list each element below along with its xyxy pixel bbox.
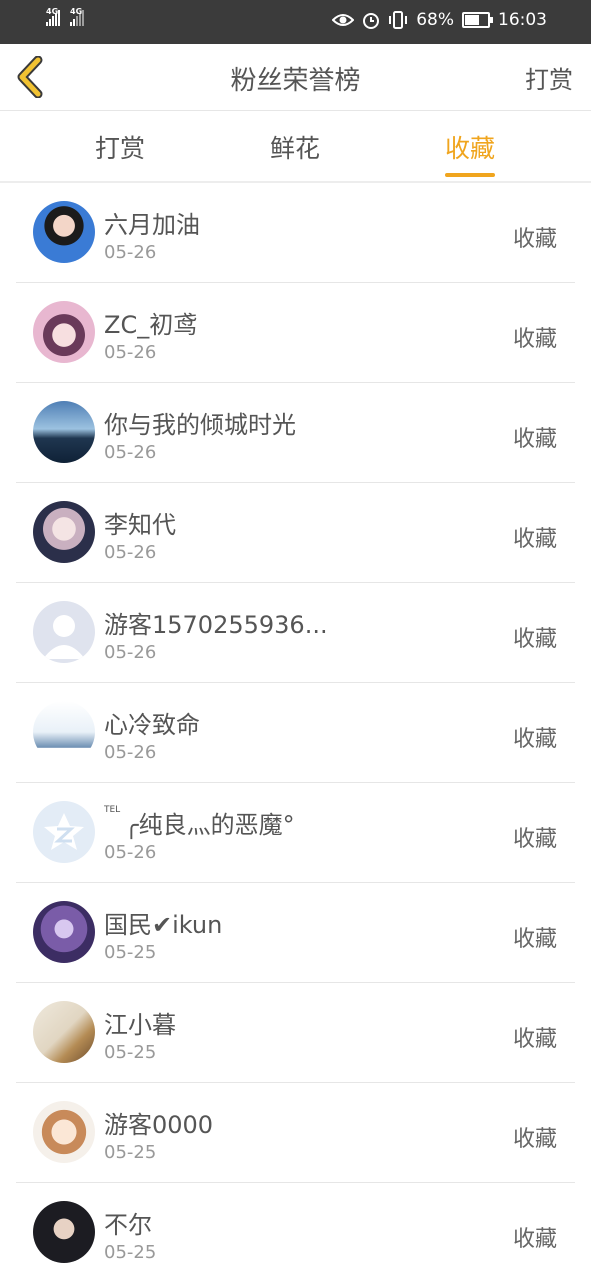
battery-icon [462,12,493,28]
action-label: 收藏 [512,727,557,752]
vibrate-icon [389,11,408,29]
fan-date: 05-26 [104,442,157,463]
fan-date: 05-26 [104,342,157,363]
action-label: 收藏 [512,227,557,252]
action-label: 收藏 [512,627,557,652]
avatar[interactable] [33,901,95,963]
status-right: 68% 16:03 [332,10,547,30]
action-label: 收藏 [512,1027,557,1052]
fan-date: 05-26 [104,242,157,263]
battery-percent: 68% [416,10,454,30]
status-bar: 4G 4G 68% 16:03 [0,0,591,44]
fan-date: 05-26 [104,742,157,763]
avatar[interactable] [33,701,95,763]
fan-date: 05-25 [104,942,157,963]
fan-date: 05-26 [104,842,157,863]
action-label: 收藏 [512,1127,557,1152]
network-type-label: 4G [46,7,59,16]
page-title: 粉丝荣誉榜 [230,66,361,96]
active-tab-indicator [445,173,496,177]
tab-label: 收藏 [445,134,496,163]
list-item[interactable]: 心冷致命 05-26 收藏 [0,683,591,783]
action-label: 收藏 [512,427,557,452]
tab-bar: 打赏 鲜花 收藏 [0,111,591,183]
avatar[interactable] [33,501,95,563]
reward-button[interactable]: 打赏 [525,60,573,95]
default-user-icon [43,615,85,659]
list-item[interactable]: 你与我的倾城时光 05-26 收藏 [0,383,591,483]
list-item[interactable]: 游客1570255936... 05-26 收藏 [0,583,591,683]
list-item[interactable]: 江小暮 05-25 收藏 [0,983,591,1083]
tab-label: 鲜花 [270,134,321,163]
fan-name: 李知代 [104,511,176,539]
action-label: 收藏 [512,327,557,352]
fan-name: 游客1570255936... [104,611,328,639]
action-label: 收藏 [512,527,557,552]
fan-name: 心冷致命 [104,711,200,739]
avatar[interactable] [33,801,95,863]
fan-name: 游客0000 [104,1111,214,1139]
fan-date: 05-25 [104,1242,157,1263]
tab-collect[interactable]: 收藏 [445,129,496,177]
name-prefix: TEL [104,805,121,815]
fan-name: 你与我的倾城时光 [104,411,296,439]
list-item[interactable]: 六月加油 05-26 收藏 [0,183,591,283]
action-label: 收藏 [512,1227,557,1252]
signal-indicators: 4G 4G [46,7,84,26]
list-item[interactable]: 国民✔ikun 05-25 收藏 [0,883,591,983]
fan-name: TEL╭纯良灬的恶魔° [104,805,295,840]
fan-date: 05-26 [104,642,157,663]
avatar[interactable] [33,601,95,663]
nav-bar: 粉丝荣誉榜 打赏 [0,44,591,111]
fan-name: ZC_初鸢 [104,311,198,339]
clock: 16:03 [498,10,547,30]
avatar[interactable] [33,201,95,263]
action-label: 收藏 [512,927,557,952]
fan-date: 05-26 [104,542,157,563]
fan-name: 江小暮 [104,1011,176,1039]
fan-date: 05-25 [104,1042,157,1063]
avatar[interactable] [33,1201,95,1263]
list-item[interactable]: 不尔 05-25 收藏 [0,1183,591,1283]
tab-reward[interactable]: 打赏 [95,129,145,165]
avatar[interactable] [33,1001,95,1063]
signal-icon: 4G [46,7,60,26]
fan-name: 不尔 [104,1211,152,1239]
list-item[interactable]: 游客0000 05-25 收藏 [0,1083,591,1183]
list-item[interactable]: 李知代 05-26 收藏 [0,483,591,583]
action-label: 收藏 [512,827,557,852]
qq-zone-icon [44,813,84,850]
fan-name-text: ╭纯良灬的恶魔° [124,811,295,839]
alarm-icon [363,13,380,29]
list-item[interactable]: TEL╭纯良灬的恶魔° 05-26 收藏 [0,783,591,883]
fan-date: 05-25 [104,1142,157,1163]
list-item[interactable]: ZC_初鸢 05-26 收藏 [0,283,591,383]
eye-icon [332,14,355,26]
fan-list: 六月加油 05-26 收藏 ZC_初鸢 05-26 收藏 你与我的倾城时光 05… [0,183,591,1283]
signal-icon: 4G [70,8,84,26]
fan-name: 国民✔ikun [104,911,223,939]
tab-flowers[interactable]: 鲜花 [270,129,320,165]
avatar[interactable] [33,401,95,463]
fan-name: 六月加油 [104,211,200,239]
avatar[interactable] [33,1101,95,1163]
avatar[interactable] [33,301,95,363]
tab-label: 打赏 [95,134,146,163]
